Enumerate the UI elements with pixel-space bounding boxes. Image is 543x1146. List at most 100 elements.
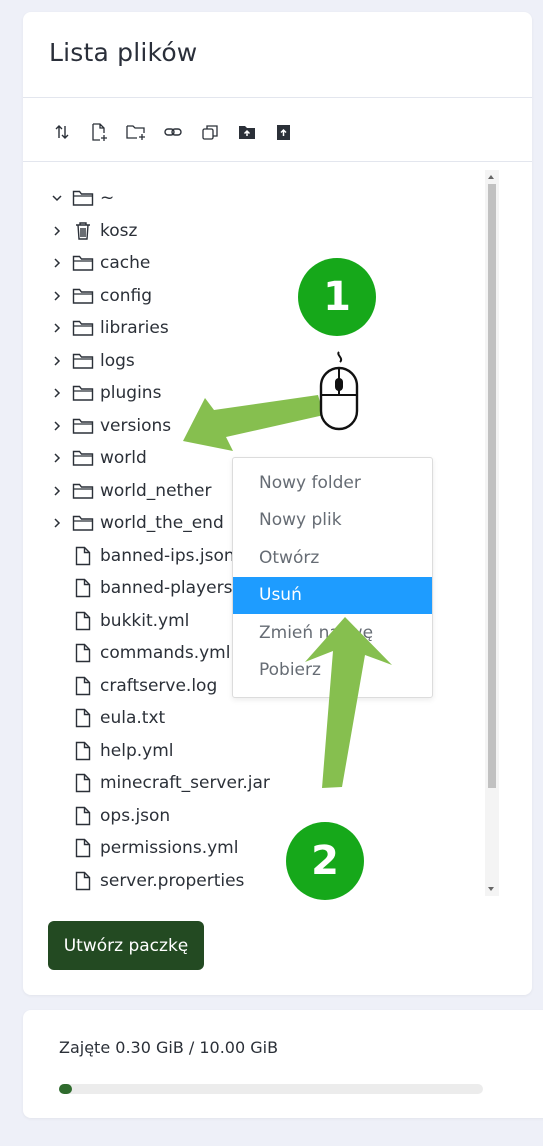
chevron-placeholder — [47, 806, 67, 826]
new-folder-icon[interactable] — [123, 121, 148, 143]
folder-row[interactable]: versions — [47, 410, 171, 442]
chevron-placeholder — [47, 578, 67, 598]
chevron-right-icon[interactable] — [47, 286, 67, 306]
file-row[interactable]: ops.json — [47, 800, 170, 832]
tree-item-label: craftserve.log — [100, 675, 218, 696]
file-row[interactable]: minecraft_server.jar — [47, 767, 270, 799]
folder-row[interactable]: world_the_end — [47, 507, 224, 539]
context-menu-item[interactable]: Nowy folder — [233, 464, 432, 501]
disk-usage-progress — [59, 1084, 483, 1094]
folder-icon — [71, 381, 95, 405]
folder-row[interactable]: cache — [47, 247, 150, 279]
upload-folder-icon[interactable] — [234, 121, 259, 143]
file-row[interactable]: permissions.yml — [47, 832, 238, 864]
folder-row[interactable]: ~ — [47, 182, 114, 214]
tree-item-label: banned-ips.json — [100, 545, 235, 566]
folder-icon — [71, 284, 95, 308]
chevron-right-icon[interactable] — [47, 416, 67, 436]
chevron-right-icon[interactable] — [47, 318, 67, 338]
context-menu-item[interactable]: Usuń — [233, 576, 432, 614]
file-row[interactable]: bukkit.yml — [47, 605, 189, 637]
folder-icon — [71, 414, 95, 438]
tree-item-label: ops.json — [100, 805, 171, 826]
folder-row[interactable]: world_nether — [47, 475, 211, 507]
file-icon — [71, 771, 95, 795]
tree-item-label: eula.txt — [100, 708, 166, 728]
chevron-right-icon[interactable] — [47, 383, 67, 403]
chevron-placeholder — [47, 871, 67, 891]
link-icon[interactable] — [160, 121, 185, 143]
file-row[interactable]: craftserve.log — [47, 670, 217, 702]
file-icon — [71, 641, 95, 665]
tree-item-label: world — [100, 448, 147, 468]
file-icon — [71, 739, 95, 763]
upload-file-icon[interactable] — [271, 121, 296, 143]
tree-scrollbar[interactable] — [485, 170, 499, 896]
chevron-placeholder — [47, 708, 67, 728]
folder-icon — [71, 186, 95, 210]
file-icon — [71, 609, 95, 633]
new-file-icon[interactable] — [86, 121, 111, 143]
folder-row[interactable]: kosz — [47, 215, 137, 247]
chevron-placeholder — [47, 676, 67, 696]
chevron-placeholder — [47, 546, 67, 566]
step-badge-2: 2 — [286, 822, 364, 900]
file-row[interactable]: help.yml — [47, 735, 174, 767]
tree-item-label: ~ — [100, 188, 115, 208]
chevron-placeholder — [47, 838, 67, 858]
context-menu-item[interactable]: Zmień nazwę — [233, 614, 432, 651]
tree-item-label: config — [100, 285, 153, 306]
file-icon — [71, 869, 95, 893]
create-package-button[interactable]: Utwórz paczkę — [48, 921, 204, 970]
file-icon — [71, 804, 95, 828]
tree-item-label: kosz — [100, 220, 138, 241]
tree-item-label: help.yml — [100, 740, 174, 761]
chevron-down-icon[interactable] — [47, 188, 67, 208]
file-row[interactable]: commands.yml — [47, 637, 230, 669]
chevron-placeholder — [47, 741, 67, 761]
file-toolbar — [49, 120, 296, 144]
tree-item-label: logs — [100, 350, 135, 371]
context-menu-item[interactable]: Nowy plik — [233, 502, 432, 539]
context-menu: Nowy folder Nowy plik Otwórz Usuń Zmień nazw… — [232, 457, 433, 698]
tree-item-label: permissions.yml — [100, 838, 239, 858]
folder-row[interactable]: logs — [47, 345, 135, 377]
tree-item-label: commands.yml — [100, 643, 231, 663]
context-menu-item[interactable]: Pobierz — [233, 652, 432, 689]
folder-row[interactable]: config — [47, 280, 152, 312]
chevron-right-icon[interactable] — [47, 481, 67, 501]
disk-usage-label: Zajęte 0.30 GiB / 10.00 GiB — [59, 1038, 279, 1057]
scrollbar-thumb[interactable] — [488, 184, 496, 788]
folder-icon — [71, 316, 95, 340]
tree-item-label: bukkit.yml — [100, 610, 190, 631]
scroll-up-icon[interactable] — [488, 175, 494, 179]
folder-row[interactable]: libraries — [47, 312, 169, 344]
file-icon — [71, 706, 95, 730]
file-row[interactable]: eula.txt — [47, 702, 165, 734]
chevron-right-icon[interactable] — [47, 448, 67, 468]
scroll-down-icon[interactable] — [488, 887, 494, 891]
folder-row[interactable]: plugins — [47, 377, 161, 409]
tree-item-label: cache — [100, 253, 151, 273]
folder-icon — [71, 349, 95, 373]
copy-icon[interactable] — [197, 121, 222, 143]
file-row[interactable]: server.properties — [47, 865, 244, 897]
tree-item-label: minecraft_server.jar — [100, 773, 270, 793]
divider — [23, 97, 532, 98]
tree-item-label: server.properties — [100, 870, 245, 891]
tree-item-label: world_nether — [100, 480, 212, 501]
file-row[interactable]: banned-ips.json — [47, 540, 235, 572]
folder-row[interactable]: world — [47, 442, 147, 474]
step-badge-1: 1 — [298, 258, 376, 336]
chevron-right-icon[interactable] — [47, 513, 67, 533]
chevron-right-icon[interactable] — [47, 351, 67, 371]
tree-item-label: world_the_end — [100, 513, 224, 533]
sort-icon[interactable] — [49, 121, 74, 143]
chevron-right-icon[interactable] — [47, 221, 67, 241]
context-menu-item[interactable]: Otwórz — [233, 539, 432, 576]
disk-usage-progress-fill — [59, 1084, 72, 1094]
chevron-right-icon[interactable] — [47, 253, 67, 273]
chevron-placeholder — [47, 643, 67, 663]
tree-item-label: versions — [100, 415, 172, 436]
chevron-placeholder — [47, 773, 67, 793]
